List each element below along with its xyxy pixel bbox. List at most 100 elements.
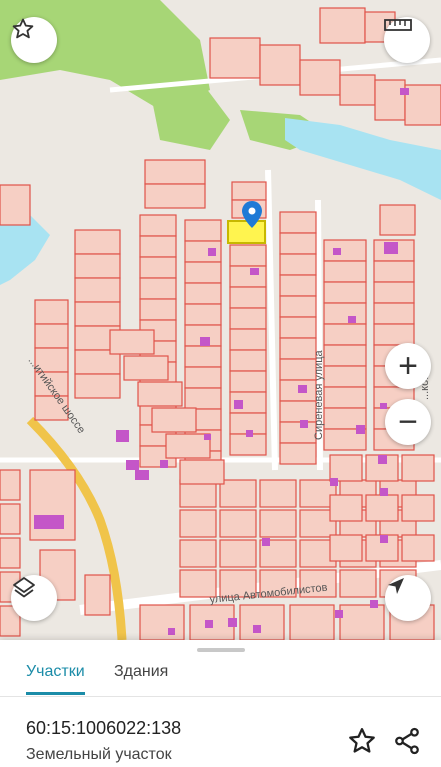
parcel[interactable] [323, 260, 367, 283]
parcel[interactable] [279, 295, 317, 318]
parcel[interactable] [109, 329, 155, 355]
parcel[interactable] [279, 421, 317, 444]
parcel[interactable] [139, 214, 177, 237]
parcel[interactable] [84, 574, 111, 616]
parcel[interactable] [279, 400, 317, 423]
parcel[interactable] [239, 604, 285, 640]
parcel[interactable] [229, 328, 267, 351]
parcel[interactable] [165, 433, 211, 459]
parcel[interactable] [229, 349, 267, 372]
parcel[interactable] [229, 286, 267, 309]
parcel[interactable] [219, 539, 257, 568]
parcel[interactable] [179, 539, 217, 568]
parcel[interactable] [373, 323, 415, 346]
tab-parcels[interactable]: Участки [26, 658, 85, 695]
parcel[interactable] [229, 244, 267, 267]
parcel[interactable] [0, 469, 21, 501]
parcel[interactable] [279, 211, 317, 234]
parcel[interactable] [144, 159, 206, 185]
parcel[interactable] [139, 256, 177, 279]
zoom-out-button[interactable]: − [385, 399, 431, 445]
map-canvas[interactable]: Сиреневая улица улица Автомобилистов ...… [0, 0, 441, 640]
zoom-in-button[interactable]: + [385, 343, 431, 389]
parcel[interactable] [74, 253, 121, 279]
parcel[interactable] [374, 79, 406, 121]
parcel[interactable] [184, 345, 222, 368]
parcel[interactable] [329, 534, 363, 562]
parcel[interactable] [184, 303, 222, 326]
parcel[interactable] [279, 253, 317, 276]
parcel[interactable] [339, 569, 377, 598]
parcel[interactable] [365, 494, 399, 522]
parcel[interactable] [0, 503, 21, 535]
parcel[interactable] [144, 183, 206, 209]
parcel[interactable] [179, 459, 225, 485]
parcel[interactable] [184, 261, 222, 284]
parcel[interactable] [34, 299, 69, 325]
parcel[interactable] [404, 84, 441, 126]
locate-button[interactable] [385, 575, 431, 621]
parcel[interactable] [123, 355, 169, 381]
parcel[interactable] [289, 604, 335, 640]
parcel[interactable] [74, 229, 121, 255]
parcel[interactable] [184, 282, 222, 305]
parcel[interactable] [323, 365, 367, 388]
favorite-map-button[interactable] [11, 17, 57, 63]
parcel[interactable] [184, 219, 222, 242]
parcel[interactable] [329, 494, 363, 522]
parcel[interactable] [0, 184, 31, 226]
parcel[interactable] [139, 235, 177, 258]
parcel[interactable] [229, 370, 267, 393]
parcel[interactable] [231, 181, 267, 201]
parcel[interactable] [373, 260, 415, 283]
parcel[interactable] [74, 277, 121, 303]
parcel[interactable] [137, 381, 183, 407]
parcel[interactable] [401, 534, 435, 562]
parcel[interactable] [229, 307, 267, 330]
parcel[interactable] [279, 232, 317, 255]
parcel[interactable] [323, 302, 367, 325]
parcel[interactable] [339, 74, 376, 106]
parcel[interactable] [259, 509, 297, 538]
parcel[interactable] [323, 281, 367, 304]
parcel[interactable] [401, 494, 435, 522]
parcel[interactable] [139, 277, 177, 300]
parcel[interactable] [401, 454, 435, 482]
parcel[interactable] [379, 204, 416, 236]
layers-button[interactable] [11, 575, 57, 621]
parcel[interactable] [74, 301, 121, 327]
parcel[interactable] [74, 373, 121, 399]
parcel[interactable] [0, 537, 21, 569]
parcel[interactable] [151, 407, 197, 433]
parcel[interactable] [323, 323, 367, 346]
parcel[interactable] [259, 44, 301, 86]
selected-parcel[interactable] [227, 220, 266, 244]
parcel[interactable] [229, 265, 267, 288]
tab-buildings[interactable]: Здания [114, 658, 168, 692]
parcel[interactable] [219, 509, 257, 538]
parcel[interactable] [299, 59, 341, 96]
parcel[interactable] [323, 239, 367, 262]
parcel[interactable] [139, 298, 177, 321]
parcel[interactable] [319, 7, 366, 44]
parcel[interactable] [29, 469, 76, 541]
parcel[interactable] [184, 387, 222, 410]
ruler-button[interactable] [384, 17, 430, 63]
parcel[interactable] [184, 366, 222, 389]
parcel[interactable] [323, 386, 367, 409]
share-button[interactable] [392, 726, 422, 756]
parcel[interactable] [279, 274, 317, 297]
parcel[interactable] [179, 509, 217, 538]
parcel[interactable] [373, 302, 415, 325]
favorite-parcel-button[interactable] [347, 726, 377, 756]
parcel[interactable] [323, 344, 367, 367]
parcel[interactable] [279, 442, 317, 465]
parcel[interactable] [229, 433, 267, 456]
parcel[interactable] [339, 604, 385, 640]
map-view[interactable]: Сиреневая улица улица Автомобилистов ...… [0, 0, 441, 640]
parcel[interactable] [139, 604, 185, 640]
parcel[interactable] [34, 323, 69, 349]
parcel[interactable] [279, 358, 317, 381]
parcel[interactable] [279, 337, 317, 360]
parcel[interactable] [259, 479, 297, 508]
